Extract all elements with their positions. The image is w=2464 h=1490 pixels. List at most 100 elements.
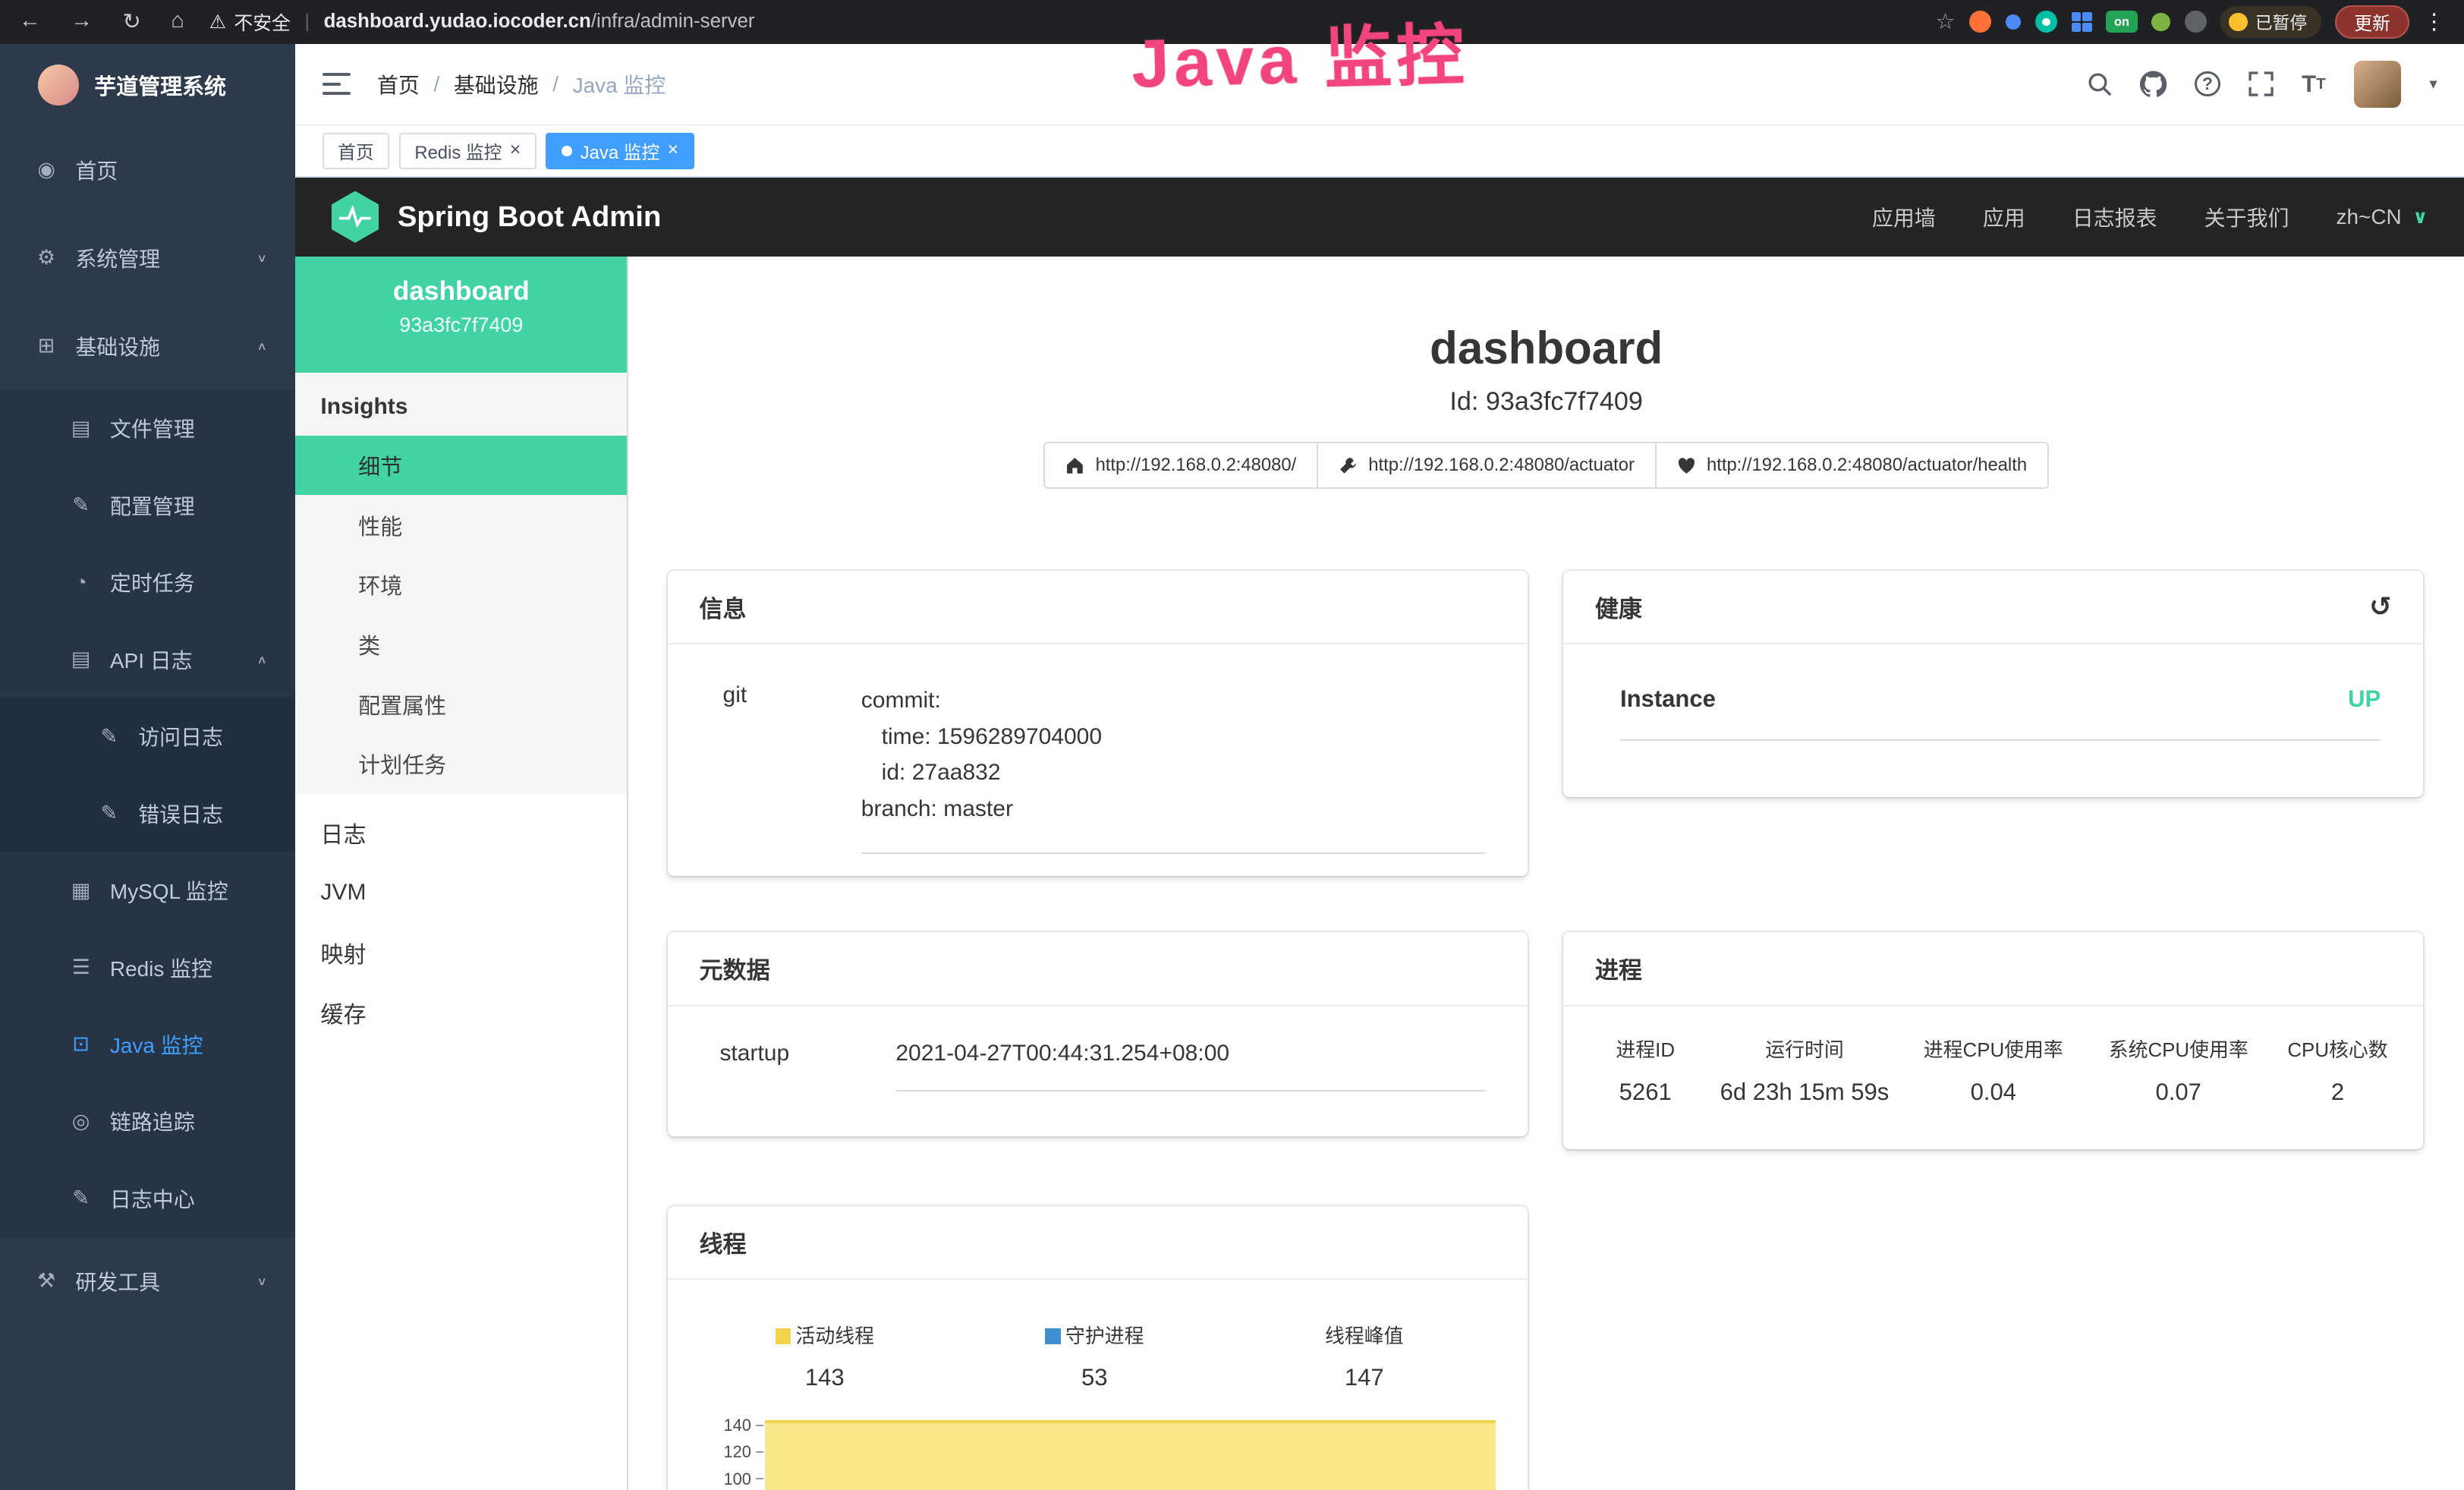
insights-label[interactable]: Insights: [295, 379, 627, 436]
sidebar-item-file-management[interactable]: ▤ 文件管理: [0, 390, 295, 467]
url-separator: |: [305, 11, 310, 33]
actuator-url-button[interactable]: http://192.168.0.2:48080/actuator: [1317, 442, 1657, 489]
sidebar-item-scheduled-tasks[interactable]: ◔ 定时任务: [0, 543, 295, 620]
menu-item-jvm[interactable]: JVM: [295, 863, 627, 923]
paused-badge[interactable]: 已暂停: [2220, 6, 2321, 37]
extension-icon-green[interactable]: [2151, 13, 2170, 32]
user-avatar[interactable]: [2354, 61, 2401, 108]
process-card: 进程 进程ID 5261 运行时间 6d 23h 15m: [1563, 932, 2423, 1149]
tab-redis-monitor[interactable]: Redis 监控 ×: [399, 133, 537, 169]
history-icon[interactable]: ↺: [2369, 591, 2391, 622]
column-value: 5261: [1582, 1079, 1708, 1106]
browser-menu-icon[interactable]: ⋮: [2423, 8, 2445, 35]
sba-navbar: Spring Boot Admin 应用墙 应用 日志报表 关于我们 zh~CN…: [295, 178, 2464, 257]
info-key: git: [723, 682, 861, 854]
breadcrumb-home[interactable]: 首页: [377, 69, 420, 99]
github-icon[interactable]: [2140, 71, 2167, 97]
menu-item-mappings[interactable]: 映射: [295, 922, 627, 982]
font-size-icon[interactable]: TT: [2302, 71, 2326, 98]
sidebar-item-label: MySQL 监控: [110, 875, 228, 906]
sidebar-item-log-center[interactable]: ✎ 日志中心: [0, 1160, 295, 1236]
search-icon[interactable]: [2087, 71, 2112, 96]
menu-item-details[interactable]: 细节: [295, 436, 627, 496]
sidebar-item-api-logs[interactable]: ▤ API 日志 ∧: [0, 621, 295, 698]
sidebar-item-access-logs[interactable]: ✎ 访问日志: [0, 698, 295, 774]
y-tick: 100: [690, 1466, 765, 1490]
sba-nav: 应用墙 应用 日志报表 关于我们 zh~CN ∨: [1872, 202, 2428, 232]
menu-item-logs[interactable]: 日志: [295, 803, 627, 863]
home-icon: [1065, 456, 1084, 475]
tags-bar: 首页 Redis 监控 × Java 监控 ×: [295, 126, 2464, 178]
instance-sidebar: dashboard 93a3fc7f7409 Insights 细节 性能 环境…: [295, 257, 628, 1490]
breadcrumb-infrastructure[interactable]: 基础设施: [454, 69, 539, 99]
extension-icon-orange[interactable]: [1969, 11, 1991, 33]
menu-item-scheduled-tasks[interactable]: 计划任务: [295, 734, 627, 794]
bookmark-star-icon[interactable]: ☆: [1936, 8, 1956, 35]
security-chip[interactable]: ⚠ 不安全: [209, 8, 291, 36]
legend-daemon-threads: 守护进程: [960, 1321, 1230, 1349]
on-badge-label: on: [2114, 14, 2129, 30]
sidebar-item-system[interactable]: ⚙ 系统管理 ∨: [0, 214, 295, 302]
extension-icon-teal[interactable]: [2035, 11, 2057, 33]
sidebar-item-infrastructure[interactable]: ⊞ 基础设施 ∧: [0, 302, 295, 390]
sidebar-item-dev-tools[interactable]: ⚒ 研发工具 ∨: [0, 1237, 295, 1325]
menu-item-config-props[interactable]: 配置属性: [295, 674, 627, 734]
close-icon[interactable]: ×: [510, 141, 521, 160]
back-icon[interactable]: ←: [19, 8, 41, 35]
process-card-header: 进程: [1563, 932, 2423, 1006]
address-bar[interactable]: dashboard.yudao.iocoder.cn/infra/admin-s…: [324, 11, 1917, 33]
extension-icon-on-badge[interactable]: on: [2106, 11, 2137, 33]
sba-nav-applications[interactable]: 应用: [1983, 202, 2025, 232]
sidebar-item-home[interactable]: ◉ 首页: [0, 126, 295, 214]
tab-java-monitor[interactable]: Java 监控 ×: [546, 133, 694, 169]
extension-icon-dark[interactable]: [2185, 11, 2207, 33]
update-button[interactable]: 更新: [2335, 5, 2409, 38]
close-icon[interactable]: ×: [668, 141, 679, 160]
locale-selector[interactable]: zh~CN ∨: [2337, 205, 2428, 229]
metadata-key: startup: [719, 1041, 895, 1092]
extension-icon-grid[interactable]: [2072, 12, 2092, 33]
instance-name: dashboard: [295, 276, 627, 307]
sidebar-item-label: 基础设施: [75, 331, 160, 361]
fullscreen-icon[interactable]: [2248, 71, 2274, 96]
sidebar-item-trace[interactable]: ◎ 链路追踪: [0, 1083, 295, 1160]
forward-icon[interactable]: →: [71, 8, 93, 35]
sba-logo-icon[interactable]: [332, 191, 379, 243]
sidebar-item-label: 错误日志: [138, 799, 223, 829]
menu-item-metrics[interactable]: 性能: [295, 495, 627, 555]
tab-home[interactable]: 首页: [323, 133, 390, 169]
legend-live-threads: 活动线程: [690, 1321, 960, 1349]
reload-icon[interactable]: ↻: [123, 8, 141, 35]
column-header: 系统CPU使用率: [2086, 1035, 2271, 1063]
browser-home-icon[interactable]: ⌂: [171, 8, 184, 35]
threads-card-title: 线程: [699, 1225, 746, 1259]
sidebar-item-mysql-monitor[interactable]: ▦ MySQL 监控: [0, 852, 295, 928]
menu-item-environment[interactable]: 环境: [295, 555, 627, 615]
threads-legend: 活动线程 守护进程 线程峰值: [690, 1321, 1499, 1349]
y-tick: 120: [690, 1438, 765, 1465]
menu-item-classes[interactable]: 类: [295, 615, 627, 675]
extension-icon-blue-drop[interactable]: [2006, 14, 2022, 30]
sba-nav-wallboard[interactable]: 应用墙: [1872, 202, 1936, 232]
sba-body: dashboard 93a3fc7f7409 Insights 细节 性能 环境…: [295, 257, 2464, 1490]
health-url-button[interactable]: http://192.168.0.2:48080/actuator/health: [1655, 442, 2049, 489]
sidebar-item-redis-monitor[interactable]: ☰ Redis 监控: [0, 929, 295, 1006]
service-url-button[interactable]: http://192.168.0.2:48080/: [1043, 442, 1318, 489]
sidebar-item-java-monitor[interactable]: ⊡ Java 监控: [0, 1006, 295, 1082]
chevron-down-icon[interactable]: ▾: [2429, 74, 2437, 93]
chart-plot-area: [765, 1412, 1499, 1490]
sidebar-item-error-logs[interactable]: ✎ 错误日志: [0, 775, 295, 852]
menu-item-caches[interactable]: 缓存: [295, 982, 627, 1042]
breadcrumb: 首页 / 基础设施 / Java 监控: [377, 69, 666, 99]
tools-icon: ⚒: [35, 1269, 58, 1293]
app-logo[interactable]: 芋道管理系统: [0, 44, 295, 126]
sba-brand[interactable]: Spring Boot Admin: [398, 200, 661, 234]
health-row[interactable]: Instance UP: [1620, 685, 2381, 741]
threads-card-header: 线程: [668, 1206, 1528, 1280]
help-icon[interactable]: ?: [2195, 71, 2220, 96]
sba-nav-about[interactable]: 关于我们: [2204, 202, 2289, 232]
hamburger-icon[interactable]: [323, 73, 351, 95]
instance-header[interactable]: dashboard 93a3fc7f7409: [295, 257, 627, 373]
sba-nav-journal[interactable]: 日志报表: [2072, 202, 2157, 232]
sidebar-item-config-management[interactable]: ✎ 配置管理: [0, 467, 295, 543]
